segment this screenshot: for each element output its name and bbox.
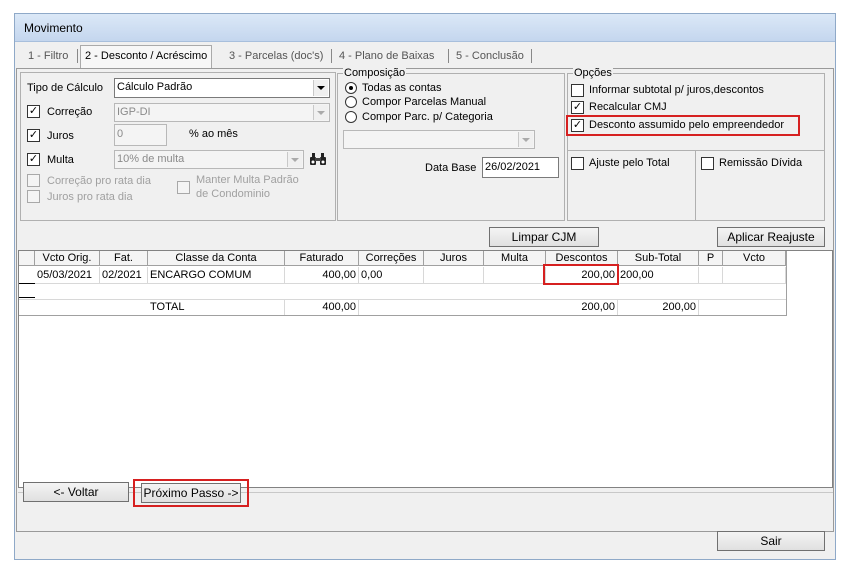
chevron-down-icon[interactable]: [313, 105, 328, 120]
col-vcto-orig[interactable]: Vcto Orig.: [35, 251, 100, 266]
movimento-window: Movimento 1 - Filtro 2 - Desconto / Acré…: [14, 13, 836, 560]
tipo-calculo-label: Tipo de Cálculo: [27, 82, 104, 94]
multa-value: 10% de multa: [117, 153, 185, 165]
recalcular-cmj-checkbox[interactable]: ✓: [571, 101, 584, 114]
tipo-calculo-value: Cálculo Padrão: [117, 81, 193, 93]
chevron-down-icon[interactable]: [518, 132, 533, 147]
cell-multa[interactable]: [484, 267, 546, 283]
correcao-select[interactable]: IGP-DI: [114, 103, 330, 122]
total-label: TOTAL: [148, 299, 285, 315]
divider: [567, 150, 825, 151]
title-bar: Movimento: [15, 14, 835, 42]
cell-juros[interactable]: [424, 267, 484, 283]
highlight-proximo-passo: [133, 479, 249, 507]
col-p[interactable]: P: [699, 251, 723, 266]
multa-select[interactable]: 10% de multa: [114, 150, 304, 169]
highlight-descontos: [543, 264, 619, 285]
juros-checkbox[interactable]: ✓: [27, 129, 40, 142]
radio-compor-manual[interactable]: [345, 96, 357, 108]
radio-compor-categoria-label: Compor Parc. p/ Categoria: [362, 111, 493, 123]
radio-compor-categoria[interactable]: [345, 111, 357, 123]
opcoes-title: Opções: [573, 67, 613, 79]
col-juros[interactable]: Juros: [424, 251, 484, 266]
cell-subtotal[interactable]: 200,00: [618, 267, 699, 283]
tab-desconto-acrescimo[interactable]: 2 - Desconto / Acréscimo: [80, 45, 213, 69]
col-correcoes[interactable]: Correções: [359, 251, 424, 266]
informar-subtotal-checkbox[interactable]: [571, 84, 584, 97]
tab-filtro[interactable]: 1 - Filtro: [24, 47, 72, 67]
correcao-pro-rata-checkbox[interactable]: [27, 174, 40, 187]
correcao-value: IGP-DI: [117, 106, 151, 118]
row-indicator: [19, 283, 35, 284]
col-fat[interactable]: Fat.: [100, 251, 148, 266]
ajuste-total-label: Ajuste pelo Total: [589, 157, 670, 169]
col-multa[interactable]: Multa: [484, 251, 546, 266]
categoria-select[interactable]: [343, 130, 535, 149]
multa-label: Multa: [47, 154, 74, 166]
juros-pro-rata-label: Juros pro rata dia: [47, 191, 133, 203]
sair-button[interactable]: Sair: [717, 531, 825, 551]
grid-right-border: [786, 251, 787, 316]
juros-unit-label: % ao mês: [189, 128, 238, 140]
total-descontos: 200,00: [546, 299, 618, 315]
tab-conclusao[interactable]: 5 - Conclusão: [452, 47, 528, 67]
cell-classe[interactable]: ENCARGO COMUM: [148, 267, 285, 283]
data-base-input[interactable]: 26/02/2021: [482, 157, 559, 178]
row-indicator-header: [19, 251, 35, 266]
juros-input[interactable]: 0: [114, 124, 167, 146]
col-classe-conta[interactable]: Classe da Conta: [148, 251, 285, 266]
cell-vcto[interactable]: [723, 267, 786, 283]
composicao-title: Composição: [343, 67, 407, 79]
tab-separator: [531, 49, 532, 63]
manter-multa-label-2: de Condominio: [196, 188, 270, 200]
col-vcto[interactable]: Vcto: [723, 251, 786, 266]
chevron-down-icon[interactable]: [313, 80, 328, 96]
voltar-button[interactable]: <- Voltar: [23, 482, 129, 502]
correcao-checkbox[interactable]: ✓: [27, 105, 40, 118]
remissao-divida-checkbox[interactable]: [701, 157, 714, 170]
cell-faturado[interactable]: 400,00: [285, 267, 359, 283]
correcao-label: Correção: [47, 106, 93, 118]
aplicar-reajuste-button[interactable]: Aplicar Reajuste: [717, 227, 825, 247]
chevron-down-icon[interactable]: [287, 152, 302, 167]
informar-subtotal-label: Informar subtotal p/ juros,descontos: [589, 84, 764, 96]
radio-compor-manual-label: Compor Parcelas Manual: [362, 96, 487, 108]
remissao-divida-label: Remissão Dívida: [719, 157, 803, 169]
recalcular-cmj-label: Recalcular CMJ: [589, 101, 667, 113]
cell-fat[interactable]: 02/2021: [100, 267, 148, 283]
col-sub-total[interactable]: Sub-Total: [618, 251, 699, 266]
manter-multa-label: Manter Multa Padrão: [196, 174, 299, 186]
juros-pro-rata-checkbox[interactable]: [27, 190, 40, 203]
row-divider: [19, 283, 786, 284]
multa-checkbox[interactable]: ✓: [27, 153, 40, 166]
data-base-label: Data Base: [425, 162, 477, 174]
tab-plano-baixas[interactable]: 4 - Plano de Baixas: [335, 47, 438, 67]
window-title: Movimento: [24, 21, 83, 35]
total-subtotal: 200,00: [618, 299, 699, 315]
cell-correcoes[interactable]: 0,00: [359, 267, 424, 283]
correcao-pro-rata-label: Correção pro rata dia: [47, 175, 151, 187]
grid-bottom-border: [19, 315, 786, 316]
tab-separator: [77, 49, 78, 63]
row-indicator: [19, 297, 35, 298]
tipo-calculo-select[interactable]: Cálculo Padrão: [114, 78, 330, 98]
total-faturado: 400,00: [285, 299, 359, 315]
tab-separator: [331, 49, 332, 63]
col-faturado[interactable]: Faturado: [285, 251, 359, 266]
tab-parcelas[interactable]: 3 - Parcelas (doc's): [225, 47, 327, 67]
binoculars-icon[interactable]: [309, 151, 327, 167]
ajuste-total-checkbox[interactable]: [571, 157, 584, 170]
cell-p[interactable]: [699, 267, 723, 283]
highlight-desconto-assumido: [566, 115, 800, 136]
radio-todas-contas[interactable]: [345, 82, 357, 94]
manter-multa-checkbox[interactable]: [177, 181, 190, 194]
divider: [695, 150, 696, 221]
tab-separator: [448, 49, 449, 63]
parcelas-grid[interactable]: Vcto Orig. Fat. Classe da Conta Faturado…: [18, 250, 833, 488]
radio-todas-contas-label: Todas as contas: [362, 82, 442, 94]
limpar-cjm-button[interactable]: Limpar CJM: [489, 227, 599, 247]
juros-label: Juros: [47, 130, 74, 142]
cell-vcto-orig[interactable]: 05/03/2021: [35, 267, 100, 283]
